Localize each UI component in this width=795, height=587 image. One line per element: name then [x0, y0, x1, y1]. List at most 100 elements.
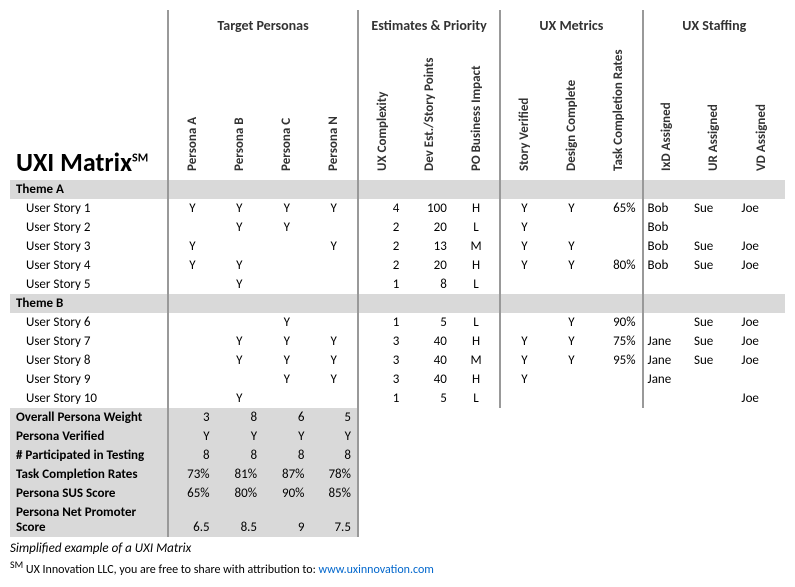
persona-cell: Y — [168, 256, 215, 275]
impact-cell: L — [453, 218, 500, 237]
persona-cell: Y — [263, 199, 310, 218]
persona-cell — [216, 313, 263, 332]
col-persona-c: Persona C — [263, 36, 310, 180]
ixd-cell: Jane — [643, 351, 690, 370]
persona-cell: Y — [310, 199, 357, 218]
persona-cell: Y — [263, 351, 310, 370]
story-verified-cell: Y — [500, 199, 547, 218]
ixd-cell — [643, 275, 690, 294]
story-name: User Story 7 — [10, 332, 168, 351]
summary-value: 3 — [168, 408, 215, 427]
persona-cell — [310, 218, 357, 237]
dev-est-cell: 20 — [405, 256, 452, 275]
caption: Simplified example of a UXI Matrix — [10, 541, 785, 556]
summary-value: Y — [263, 427, 310, 446]
impact-cell: M — [453, 237, 500, 256]
ixd-cell: Bob — [643, 218, 690, 237]
ixd-cell: Jane — [643, 332, 690, 351]
design-complete-cell — [548, 275, 595, 294]
persona-cell — [310, 275, 357, 294]
col-persona-b: Persona B — [216, 36, 263, 180]
impact-cell: L — [453, 389, 500, 408]
summary-label: Persona SUS Score — [10, 484, 168, 503]
persona-cell — [310, 256, 357, 275]
story-row: User Story 2YY220LYBob — [10, 218, 785, 237]
group-staffing: UX Staffing — [643, 10, 785, 36]
persona-cell: Y — [216, 351, 263, 370]
ux-complexity-cell: 1 — [358, 313, 405, 332]
theme-row: Theme B — [10, 294, 785, 313]
summary-value: 7.5 — [310, 503, 357, 537]
persona-cell: Y — [216, 199, 263, 218]
tcr-cell — [595, 389, 642, 408]
ur-cell: Sue — [690, 199, 737, 218]
persona-cell — [168, 313, 215, 332]
summary-row: Persona Net Promoter Score6.58.597.5 — [10, 503, 785, 537]
summary-value: 80% — [216, 484, 263, 503]
dev-est-cell: 40 — [405, 332, 452, 351]
group-metrics: UX Metrics — [500, 10, 642, 36]
summary-row: Persona VerifiedYYYY — [10, 427, 785, 446]
vd-cell: Joe — [737, 332, 785, 351]
vd-cell: Joe — [737, 199, 785, 218]
persona-cell — [168, 218, 215, 237]
footnote: SM UX Innovation LLC, you are free to sh… — [10, 558, 785, 577]
tcr-cell — [595, 370, 642, 389]
tcr-cell: 80% — [595, 256, 642, 275]
story-name: User Story 2 — [10, 218, 168, 237]
persona-cell: Y — [310, 370, 357, 389]
persona-cell — [168, 351, 215, 370]
persona-cell — [168, 275, 215, 294]
story-verified-cell: Y — [500, 237, 547, 256]
summary-label: Task Completion Rates — [10, 465, 168, 484]
persona-cell: Y — [310, 332, 357, 351]
dev-est-cell: 13 — [405, 237, 452, 256]
theme-row: Theme A — [10, 180, 785, 199]
summary-value: 90% — [263, 484, 310, 503]
summary-row: # Participated in Testing8888 — [10, 446, 785, 465]
ux-complexity-cell: 2 — [358, 256, 405, 275]
story-verified-cell: Y — [500, 351, 547, 370]
design-complete-cell — [548, 389, 595, 408]
summary-value: 73% — [168, 465, 215, 484]
ux-complexity-cell: 4 — [358, 199, 405, 218]
design-complete-cell: Y — [548, 313, 595, 332]
group-personas: Target Personas — [168, 10, 358, 36]
tcr-cell: 65% — [595, 199, 642, 218]
attribution-link[interactable]: www.uxinnovation.com — [319, 563, 434, 577]
persona-cell — [263, 256, 310, 275]
design-complete-cell: Y — [548, 199, 595, 218]
persona-cell — [310, 313, 357, 332]
summary-row: Task Completion Rates73%81%87%78% — [10, 465, 785, 484]
story-verified-cell: Y — [500, 256, 547, 275]
col-persona-a: Persona A — [168, 36, 215, 180]
ur-cell: Sue — [690, 256, 737, 275]
story-name: User Story 4 — [10, 256, 168, 275]
persona-cell: Y — [310, 237, 357, 256]
design-complete-cell — [548, 370, 595, 389]
design-complete-cell — [548, 218, 595, 237]
summary-row: Overall Persona Weight3865 — [10, 408, 785, 427]
tcr-cell: 75% — [595, 332, 642, 351]
story-name: User Story 6 — [10, 313, 168, 332]
story-name: User Story 10 — [10, 389, 168, 408]
col-design-complete: Design Complete — [548, 36, 595, 180]
story-name: User Story 5 — [10, 275, 168, 294]
impact-cell: H — [453, 332, 500, 351]
group-estimates: Estimates & Priority — [358, 10, 500, 36]
story-row: User Story 4YY220HYY80%BobSueJoe — [10, 256, 785, 275]
summary-value: 6 — [263, 408, 310, 427]
col-persona-n: Persona N — [310, 36, 357, 180]
ur-cell — [690, 389, 737, 408]
summary-value: Y — [168, 427, 215, 446]
ixd-cell: Bob — [643, 199, 690, 218]
design-complete-cell: Y — [548, 237, 595, 256]
ux-complexity-cell: 2 — [358, 218, 405, 237]
persona-cell — [168, 370, 215, 389]
persona-cell: Y — [216, 275, 263, 294]
dev-est-cell: 40 — [405, 351, 452, 370]
story-verified-cell: Y — [500, 218, 547, 237]
col-tcr: Task Completion Rates — [595, 36, 642, 180]
summary-value: 8 — [263, 446, 310, 465]
table-body: Theme AUser Story 1YYYY4100HYY65%BobSueJ… — [10, 180, 785, 537]
